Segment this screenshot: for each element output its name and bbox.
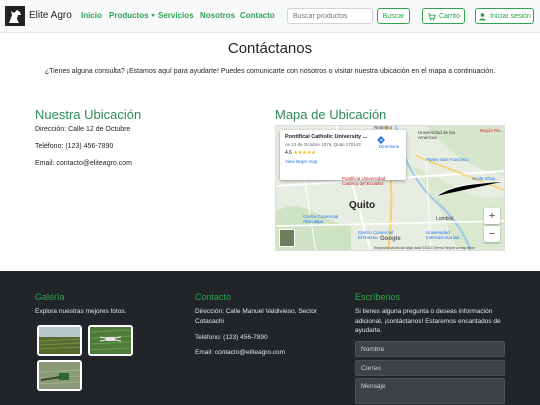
map-label-cca: Centro Comercial Atahualpa [303,214,339,224]
directions-label: Directions [378,144,399,149]
map-label-paseo: Paseo San Francisco [426,157,469,162]
embedded-map[interactable]: Pontifical Catholic University ... Av 12… [275,125,505,251]
write-text: Si tienes alguna pregunta o deseas infor… [355,308,501,334]
name-field[interactable]: Nombre [355,341,505,357]
footer-phone: Teléfono: (123) 456-7890 [195,334,268,341]
caret-down-icon [150,14,155,18]
address-text: Dirección: Calle 12 de Octubre [35,126,131,133]
zoom-out-button[interactable]: − [484,226,500,242]
search-input[interactable] [287,8,373,24]
phone-text: Teléfono: (123) 456-7890 [35,143,114,150]
navbar: Elite Agro Inicio Productos Servicios No… [0,0,540,33]
search-button-label: Buscar [382,12,405,20]
horse-logo-icon[interactable] [5,6,25,26]
rating-stars: ★★★★★ [293,149,316,156]
message-field[interactable]: Mensaje [355,378,505,404]
map-city-quito: Quito [349,200,376,211]
map-label-puce: Pontificia Universidad Católica del Ecua… [342,176,386,186]
gallery-thumbnail-1[interactable] [37,325,82,356]
nav-productos-label: Productos [109,11,149,20]
nav-contacto[interactable]: Contacto [240,11,275,20]
field-photo-1 [39,327,80,354]
email-field[interactable]: Correo [355,360,505,376]
login-button-label: Iniciar sesión [490,12,531,20]
map-label-scala: Scala Shop... [472,176,499,181]
map-attribution: Keyboard shortcuts Map data ©2024 Terms … [374,246,475,250]
login-button[interactable]: Iniciar sesión [475,8,534,24]
gallery-thumbnail-2[interactable] [88,325,133,356]
brand-name[interactable]: Elite Agro [29,10,72,21]
place-address: Av 12 de Octubre 1076, Quito 170143 [285,142,361,147]
nav-nosotros[interactable]: Nosotros [200,11,235,20]
footer-contact-heading: Contacto [195,292,232,302]
nav-servicios[interactable]: Servicios [158,11,194,20]
write-heading: Escríbenos [355,292,401,302]
map-satellite-thumbnail[interactable] [279,229,295,247]
search-button[interactable]: Buscar [377,8,410,24]
cart-button-label: Carrito [438,12,460,20]
map-label-udla: Universidad de las Américas [418,130,456,140]
gallery-thumbnail-3[interactable] [37,360,82,391]
directions-button[interactable]: Directions [377,136,401,149]
directions-icon [377,136,385,144]
zoom-in-button[interactable]: + [484,208,500,224]
gallery-heading: Galería [35,292,65,302]
map-heading: Mapa de Ubicación [275,107,387,122]
rating-value: 4.6 [285,149,292,156]
nav-inicio[interactable]: Inicio [81,11,102,20]
email-text: Email: contacto@eliteagro.com [35,160,132,167]
nav-productos[interactable]: Productos [109,11,155,20]
page-title: Contáctanos [227,40,313,57]
user-icon [479,12,486,21]
larger-map-link[interactable]: View larger map [285,159,401,164]
cart-button[interactable]: Carrito [422,8,465,24]
drone-photo [90,327,131,354]
cart-icon [427,12,436,20]
footer-address: Dirección: Calle Manuel Valdivieso, Sect… [195,308,317,325]
location-heading: Nuestra Ubicación [35,107,142,122]
tractor-photo [39,362,80,389]
contact-intro: ¿Tienes alguna consulta? ¡Estamos aquí p… [44,68,496,75]
google-logo: Google [380,236,401,242]
map-label-redentor: Redentor [374,125,393,130]
map-label-usfq: Universidad Internacional del... [426,230,463,240]
map-label-nayon: Nayón Pa... [480,128,504,133]
gallery-text: Explora nuestras mejores fotos. [35,308,127,315]
place-rating: 4.6 ★★★★★ [285,150,401,156]
footer-email: Email: contacto@eliteagro.com [195,349,286,356]
map-label-lumbisi: Lumbisí [436,216,454,222]
place-card: Pontifical Catholic University ... Av 12… [280,130,406,180]
